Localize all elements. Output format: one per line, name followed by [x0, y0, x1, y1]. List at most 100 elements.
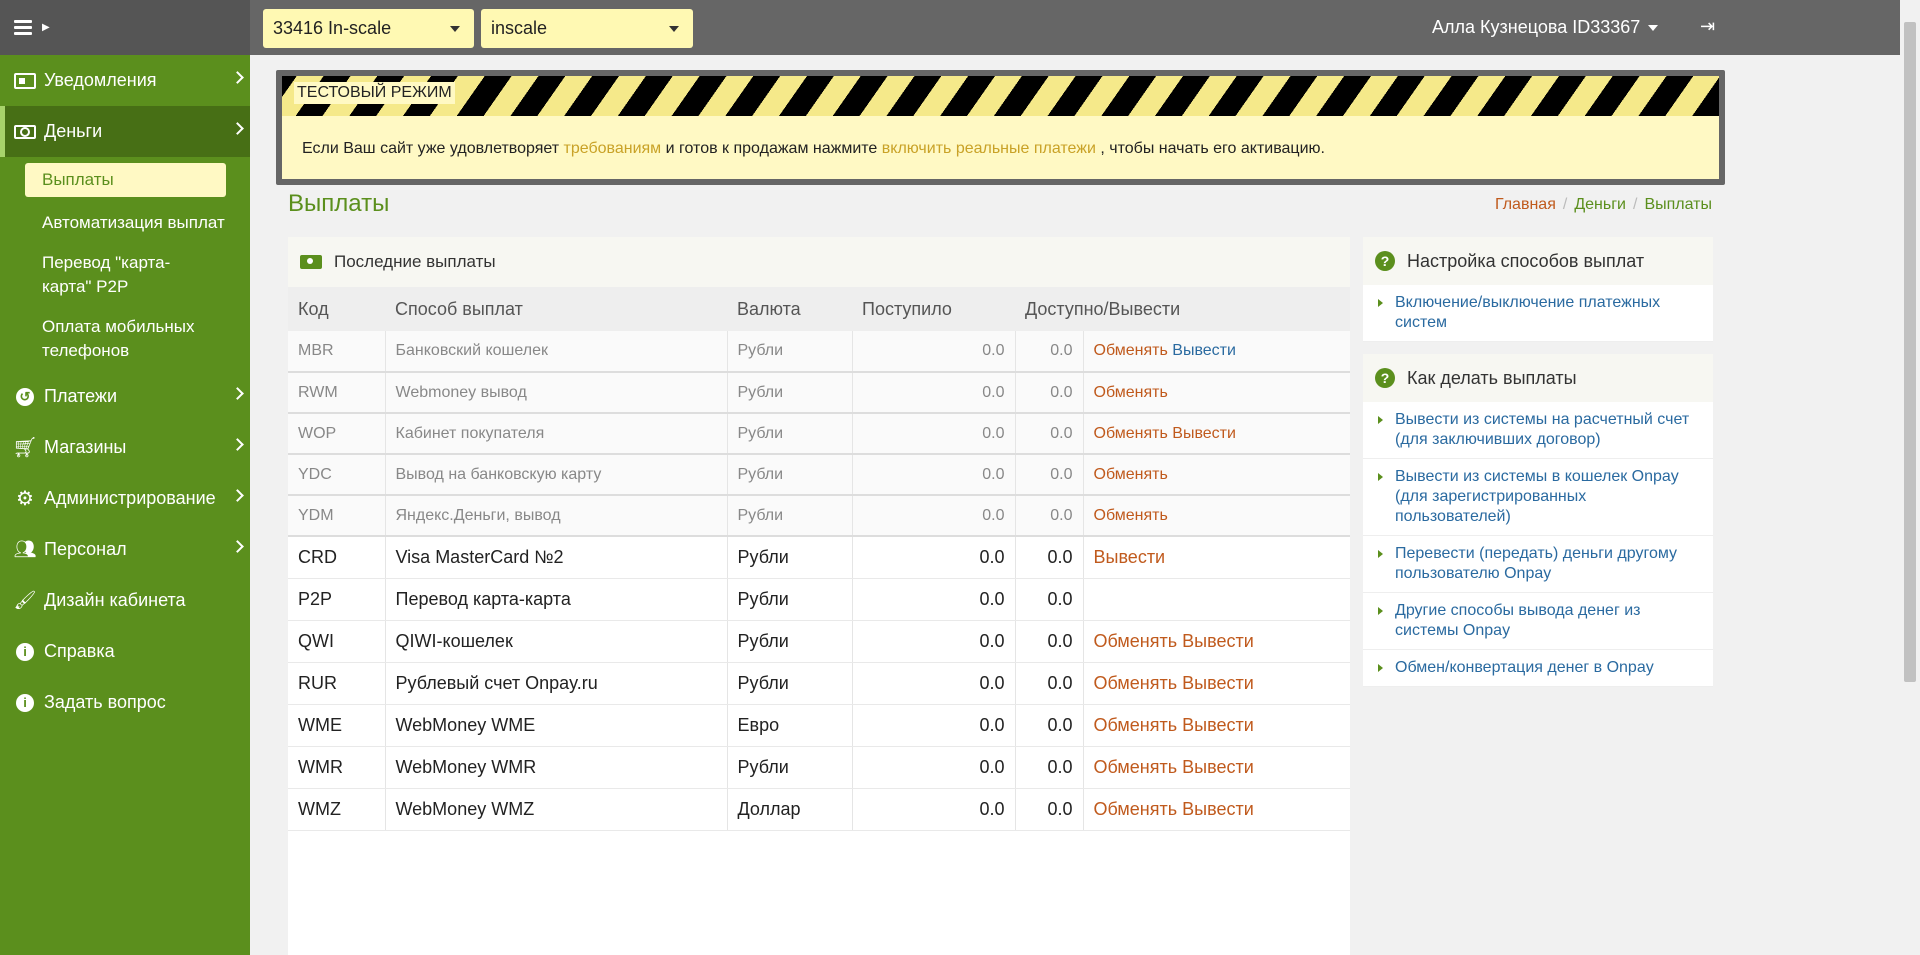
shop-select[interactable]: 33416 In-scale — [263, 9, 474, 48]
exchange-link[interactable]: Обменять — [1094, 384, 1168, 401]
widget-link[interactable]: Вывести из системы на расчетный счет (дл… — [1363, 402, 1713, 459]
withdraw-link[interactable]: Вывести — [1182, 715, 1254, 735]
col-header-code: Код — [288, 287, 385, 331]
cell-received: 0.0 — [852, 746, 1016, 789]
cell-code: YDC — [288, 454, 386, 496]
withdraw-link[interactable]: Вывести — [1094, 547, 1166, 567]
exchange-link[interactable]: Обменять — [1094, 673, 1178, 693]
cell-method: WebMoney WME — [385, 704, 728, 747]
cell-received: 0.0 — [852, 454, 1016, 496]
cell-available: 0.0 — [1015, 454, 1084, 496]
cell-code: WOP — [288, 413, 386, 455]
withdraw-link[interactable]: Вывести — [1172, 425, 1236, 442]
cell-currency: Евро — [727, 704, 853, 747]
sidebar-item-money[interactable]: Деньги — [0, 106, 250, 157]
widget-link[interactable]: Включение/выключение платежных систем — [1363, 285, 1713, 342]
widget-link[interactable]: Обмен/конвертация денег в Onpay — [1363, 650, 1713, 687]
submenu-item-card-transfer[interactable]: Перевод "карта-карта" P2P — [25, 243, 235, 307]
cell-method: Вывод на банковскую карту — [385, 454, 728, 496]
cell-method: Перевод карта-карта — [385, 578, 728, 621]
question-icon: ? — [1375, 251, 1395, 271]
chevron-right-icon — [231, 489, 244, 502]
menu-toggle-button[interactable]: ▶ — [0, 0, 250, 55]
withdraw-link[interactable]: Вывести — [1182, 799, 1254, 819]
withdraw-link[interactable]: Вывести — [1182, 673, 1254, 693]
info-icon: i — [12, 642, 38, 662]
sidebar-item-payments[interactable]: ↺ Платежи — [0, 371, 250, 422]
sidebar-item-ask-question[interactable]: i Задать вопрос — [0, 677, 250, 728]
shop-select-value: 33416 In-scale — [273, 18, 392, 38]
user-menu[interactable]: Алла Кузнецова ID33367 — [1432, 0, 1659, 55]
cell-received: 0.0 — [852, 662, 1016, 705]
cell-method: Рублевый счет Onpay.ru — [385, 662, 728, 705]
cell-code: YDM — [288, 495, 386, 537]
cell-code: RUR — [288, 662, 386, 705]
widget-link[interactable]: Перевести (передать) деньги другому поль… — [1363, 536, 1713, 593]
cell-actions: Обменять Вывести — [1083, 662, 1350, 705]
cell-method: WebMoney WMZ — [385, 788, 728, 831]
submenu-item-automation[interactable]: Автоматизация выплат — [25, 203, 250, 243]
exchange-link[interactable]: Обменять — [1094, 507, 1168, 524]
site-select[interactable]: inscale — [481, 9, 693, 48]
cell-actions: Обменять Вывести — [1083, 331, 1350, 373]
cell-received: 0.0 — [852, 331, 1016, 373]
payouts-table: Код Способ выплат Валюта Поступило Досту… — [288, 287, 1350, 831]
exchange-link[interactable]: Обменять — [1094, 342, 1168, 359]
cell-received: 0.0 — [852, 620, 1016, 663]
cell-available: 0.0 — [1015, 620, 1084, 663]
warning-stripes — [282, 76, 1719, 116]
exchange-link[interactable]: Обменять — [1094, 757, 1178, 777]
widget-link[interactable]: Вывести из системы в кошелек Onpay (для … — [1363, 459, 1713, 536]
cell-currency: Рубли — [727, 536, 853, 579]
table-row: WMR WebMoney WMR Рубли 0.0 0.0 Обменять Вывес… — [288, 746, 1350, 789]
cell-received: 0.0 — [852, 578, 1016, 621]
table-row: RWM Webmoney вывод Рубли 0.0 0.0 Обменять — [288, 372, 1350, 414]
chevron-right-icon — [231, 540, 244, 553]
exchange-link[interactable]: Обменять — [1094, 466, 1168, 483]
exchange-link[interactable]: Обменять — [1094, 631, 1178, 651]
exchange-link[interactable]: Обменять — [1094, 425, 1168, 442]
site-select-value: inscale — [491, 18, 548, 38]
withdraw-link[interactable]: Вывести — [1182, 631, 1254, 651]
cell-received: 0.0 — [852, 413, 1016, 455]
submenu-item-payouts[interactable]: Выплаты — [25, 163, 226, 197]
cell-available: 0.0 — [1015, 662, 1084, 705]
breadcrumb-money[interactable]: Деньги — [1574, 196, 1626, 213]
withdraw-link[interactable]: Вывести — [1172, 342, 1236, 359]
exchange-link[interactable]: Обменять — [1094, 799, 1178, 819]
cell-received: 0.0 — [852, 704, 1016, 747]
widget-link[interactable]: Другие способы вывода денег из системы O… — [1363, 593, 1713, 650]
settings-widget: ? Настройка способов выплат Включение/вы… — [1363, 237, 1713, 342]
cell-actions: Обменять Вывести — [1083, 704, 1350, 747]
scrollbar[interactable] — [1900, 0, 1920, 955]
cell-received: 0.0 — [852, 536, 1016, 579]
sidebar-item-label: Платежи — [44, 386, 118, 406]
sidebar-item-staff[interactable]: 👥︎ Персонал — [0, 524, 250, 575]
table-row: MBR Банковский кошелек Рубли 0.0 0.0 Обменять… — [288, 331, 1350, 373]
sidebar-item-notifications[interactable]: Уведомления — [0, 55, 250, 106]
withdraw-link[interactable]: Вывести — [1182, 757, 1254, 777]
chevron-down-icon — [1648, 24, 1659, 31]
cell-currency: Рубли — [727, 372, 853, 414]
enable-real-payments-link[interactable]: включить реальные платежи — [882, 140, 1096, 157]
users-icon: 👥︎ — [13, 539, 37, 559]
sidebar-item-shops[interactable]: 🛒︎ Магазины — [0, 422, 250, 473]
exchange-link[interactable]: Обменять — [1094, 715, 1178, 735]
sidebar-item-design[interactable]: 🖌︎ Дизайн кабинета — [0, 575, 250, 626]
logout-icon[interactable]: ⇥ — [1700, 16, 1715, 37]
cell-code: P2P — [288, 578, 386, 621]
scrollbar-thumb[interactable] — [1904, 22, 1916, 682]
widget-header: ? Как делать выплаты — [1363, 354, 1713, 402]
submenu-item-mobile-payment[interactable]: Оплата мобильных телефонов — [25, 307, 225, 371]
cell-code: WMZ — [288, 788, 386, 831]
test-mode-banner: ТЕСТОВЫЙ РЕЖИМ Если Ваш сайт уже удовлет… — [276, 70, 1725, 185]
sidebar-item-administration[interactable]: ⚙ Администрирование — [0, 473, 250, 524]
widget-title: Как делать выплаты — [1407, 367, 1577, 388]
breadcrumb-home[interactable]: Главная — [1495, 196, 1556, 213]
money-submenu: Выплаты Автоматизация выплат Перевод "ка… — [0, 163, 250, 371]
requirements-link[interactable]: требованиям — [564, 140, 662, 157]
test-mode-text: Если Ваш сайт уже удовлетворяет требован… — [302, 140, 1325, 157]
sidebar-item-label: Дизайн кабинета — [44, 590, 186, 610]
sidebar-item-help[interactable]: i Справка — [0, 626, 250, 677]
table-header-row: Код Способ выплат Валюта Поступило Досту… — [288, 287, 1350, 331]
